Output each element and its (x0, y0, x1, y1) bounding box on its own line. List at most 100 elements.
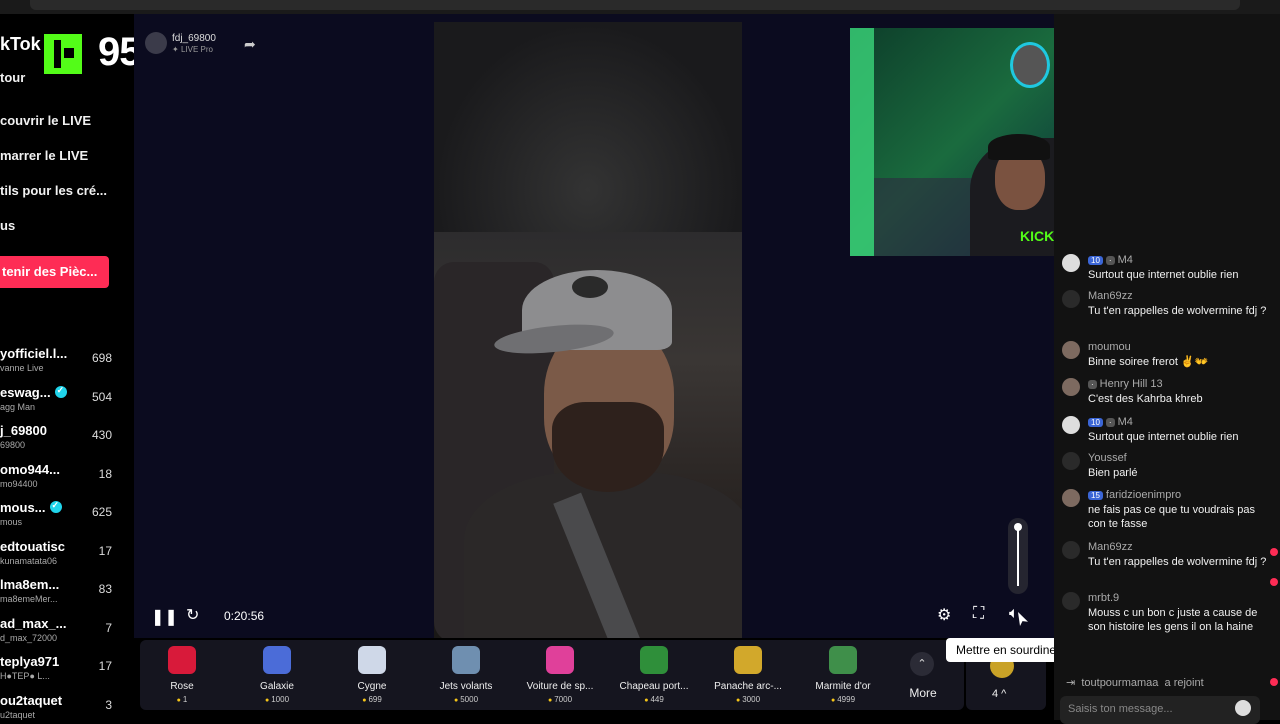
volume-icon[interactable]: 🔈︎ (1009, 605, 1019, 623)
chat-username[interactable]: 10 · M4 (1088, 254, 1133, 266)
account-name-text: omo944... (0, 461, 60, 477)
chat-username[interactable]: Man69zz (1088, 290, 1133, 302)
chat-username-text: Man69zz (1088, 290, 1133, 302)
chat-text: ne fais pas ce que tu voudrais pas con t… (1088, 504, 1255, 530)
chat-username[interactable]: moumou (1088, 341, 1131, 353)
gift-item[interactable]: Chapeau port... 449 (610, 640, 698, 710)
address-bar[interactable] (30, 0, 1240, 10)
chat-username[interactable]: Man69zz (1088, 541, 1133, 553)
avatar[interactable] (1062, 254, 1080, 272)
get-coins-button[interactable]: tenir des Pièc... (0, 256, 109, 288)
account-subtitle: d_max_72000 (0, 632, 58, 643)
sidebar-account-item[interactable]: j_69800 69800 430 (0, 423, 112, 459)
account-count: 430 (91, 428, 112, 442)
heart-icon (1270, 678, 1278, 686)
sidebar-account-item[interactable]: teplya971 H●TEP● L... 17 (0, 654, 112, 690)
avatar[interactable] (145, 32, 167, 54)
chat-text: Surtout que internet oublie rien (1088, 431, 1239, 443)
gift-icon (640, 646, 668, 674)
pause-icon[interactable]: ❚❚ (151, 607, 178, 627)
gift-item[interactable]: Cygne 699 (328, 640, 416, 710)
account-name: ad_max_... (0, 616, 67, 631)
sidebar-account-item[interactable]: omo944... mo94400 18 (0, 462, 112, 498)
account-count: 17 (98, 659, 112, 673)
volume-slider[interactable] (1008, 518, 1028, 594)
nav-item-start-live[interactable]: marrer le LIVE (0, 148, 88, 163)
webcam-hat (988, 134, 1050, 160)
account-subtitle: kunamatata06 (0, 555, 58, 566)
nav-item-tour[interactable]: tour (0, 70, 25, 85)
webcam-left-light (850, 28, 874, 256)
gift-item[interactable]: Jets volants 5000 (422, 640, 510, 710)
sidebar-account-item[interactable]: ad_max_... d_max_72000 7 (0, 616, 112, 652)
sidebar-account-item[interactable]: mous... mous 625 (0, 500, 112, 536)
gift-price: 1 (138, 695, 226, 704)
avatar[interactable] (1062, 452, 1080, 470)
gift-name: Jets volants (439, 681, 493, 692)
gift-price-value: 1 (182, 695, 188, 704)
gift-name: Galaxie (260, 681, 294, 692)
account-name-text: eswag... (0, 384, 51, 400)
sidebar-account-item[interactable]: lma8em... ma8emeMer... 83 (0, 577, 112, 613)
sidebar-account-item[interactable]: yofficiel.l... vanne Live 698 (0, 346, 112, 382)
avatar[interactable] (1062, 341, 1080, 359)
emoji-icon[interactable] (1235, 700, 1251, 716)
nav-item-more[interactable]: us (0, 218, 15, 233)
chat-username[interactable]: 10 · M4 (1088, 416, 1133, 428)
avatar[interactable] (1062, 489, 1080, 507)
webcam-mascot-icon (1010, 42, 1050, 88)
chat-text: Tu t'en rappelles de wolvermine fdj ? (1088, 305, 1267, 317)
gift-price-value: 699 (368, 695, 382, 704)
chat-username-text: M4 (1117, 416, 1133, 428)
chat-username[interactable]: 15 faridzioenimpro (1088, 489, 1181, 501)
sidebar-account-item[interactable]: eswag...agg Man 504 (0, 385, 112, 421)
account-subtitle: mous (0, 517, 23, 527)
chat-text: C'est des Kahrba khreb (1088, 393, 1203, 405)
gift-icon (263, 646, 291, 674)
account-name-text: teplya971 (0, 654, 60, 669)
live-video[interactable] (434, 22, 742, 638)
nav-item-creator-tools[interactable]: tils pour les cré... (0, 183, 107, 198)
gift-price: 1000 (233, 695, 321, 704)
fullscreen-icon[interactable]: ⛶ (973, 605, 984, 623)
chat-text: Mouss c un bon c juste a cause de son hi… (1088, 607, 1258, 633)
avatar[interactable] (1062, 541, 1080, 559)
account-name-text: yofficiel.l... (0, 346, 68, 361)
sidebar-account-item[interactable]: ou2taquet u2taquet 3 (0, 693, 112, 721)
join-user[interactable]: toutpourmamaa (1081, 677, 1158, 689)
gift-item[interactable]: Marmite d'or 4999 (799, 640, 887, 710)
account-name-text: mous... (0, 500, 46, 515)
avatar[interactable] (1062, 290, 1080, 308)
chat-username[interactable]: · Henry Hill 13 (1088, 378, 1163, 390)
user-level-badge: 10 (1088, 256, 1103, 265)
gift-price: 7000 (516, 695, 604, 704)
account-count: 504 (91, 389, 112, 404)
chat-username[interactable]: Youssef (1088, 452, 1127, 464)
streamer-name[interactable]: fdj_69800 (172, 33, 216, 44)
volume-knob[interactable] (1014, 523, 1022, 531)
gift-item[interactable]: Rose 1 (138, 640, 226, 710)
video-cap-logo (572, 276, 608, 298)
gift-name: Rose (170, 681, 194, 692)
gift-price: 4999 (799, 695, 887, 704)
gift-item[interactable]: Panache arc-... 3000 (704, 640, 792, 710)
more-gifts-button[interactable]: ⌃ More (896, 640, 950, 710)
nav-item-discover-live[interactable]: couvrir le LIVE (0, 113, 91, 128)
account-subtitle: u2taquet (0, 709, 36, 720)
avatar[interactable] (1062, 416, 1080, 434)
avatar[interactable] (1062, 378, 1080, 396)
account-count: 83 (98, 582, 112, 596)
gift-item[interactable]: Galaxie 1000 (233, 640, 321, 710)
settings-icon[interactable]: ⚙ (937, 605, 951, 625)
share-icon[interactable]: ➦ (244, 36, 256, 53)
chat-username[interactable]: mrbt.9 (1088, 592, 1119, 604)
chat-input[interactable] (1068, 701, 1228, 717)
brand-logo[interactable]: kTok (0, 34, 41, 55)
refresh-icon[interactable]: ↻ (186, 605, 199, 625)
avatar[interactable] (1062, 592, 1080, 610)
gift-item[interactable]: Voiture de sp... 7000 (516, 640, 604, 710)
account-name-text: ad_max_... (0, 615, 67, 631)
chat-username-text: faridzioenimpro (1105, 489, 1182, 501)
user-level-badge: 15 (1088, 491, 1103, 500)
sidebar-account-item[interactable]: edtouatisc kunamatata06 17 (0, 539, 112, 575)
